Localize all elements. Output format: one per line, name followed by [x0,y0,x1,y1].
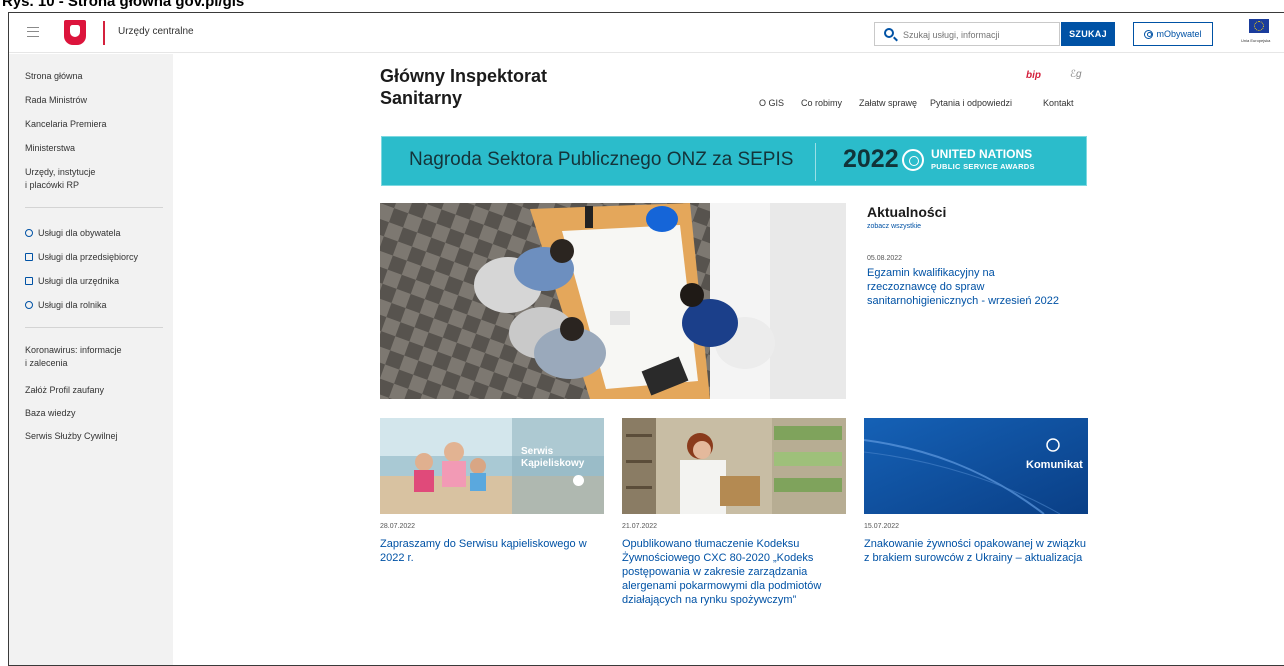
eu-flag-icon [1249,19,1269,33]
eu-caption: Unia Europejska [1241,38,1271,43]
un-award-banner[interactable]: Nagroda Sektora Publicznego ONZ za SEPIS… [381,136,1087,186]
search-box[interactable] [874,22,1060,46]
tile-overlay-title: Serwis Kąpieliskowy [521,446,585,469]
search-icon [884,28,894,38]
see-all-link[interactable]: zobacz wszystkie [867,223,921,230]
briefcase-icon [25,253,33,261]
office-meeting-illustration [380,203,846,399]
mobywatel-label: mObywatel [1156,29,1202,39]
banner-un: UNITED NATIONS [931,147,1033,161]
brand-divider [103,21,105,45]
sidebar-item-knowledge-base[interactable]: Baza wiedzy [25,407,76,420]
poland-emblem-icon[interactable] [64,20,86,45]
tile-date: 28.07.2022 [380,523,416,530]
hero-image[interactable] [380,203,846,399]
featured-news-date: 05.08.2022 [867,255,903,262]
tile-date: 15.07.2022 [864,523,900,530]
nav-what-we-do[interactable]: Co robimy [801,98,842,108]
nav-faq[interactable]: Pytania i odpowiedzi [930,98,1012,108]
nav-get-things-done[interactable]: Załatw sprawę [859,98,917,108]
brand-label[interactable]: Urzędy centralne [118,26,194,37]
user-icon [1144,29,1154,39]
mobywatel-button[interactable]: mObywatel [1133,22,1213,46]
document-caption: Rys. 10 - Strona główna gov.pl/gis [2,0,245,10]
bip-logo-icon[interactable]: bip [1026,70,1041,81]
sidebar-item-official-services[interactable]: Usługi dla urzędnika [25,275,119,288]
sidebar: Strona główna Rada Ministrów Kancelaria … [9,54,173,665]
sidebar-item-ministries[interactable]: Ministerstwa [25,142,75,155]
sidebar-item-business-services[interactable]: Usługi dla przedsiębiorcy [25,251,138,264]
banner-year: 2022 [843,145,899,173]
arrow-right-icon [573,475,584,486]
featured-news-title[interactable]: Egzamin kwalifikacyjny na rzeczoznawcę d… [867,266,1067,308]
news-heading: Aktualności [867,204,947,220]
news-tile-announcement[interactable]: Komunikat [864,418,1088,514]
sidebar-item-coronavirus[interactable]: Koronawirus: informacje i zalecenia [25,344,122,370]
sidebar-item-civil-service[interactable]: Serwis Służby Cywilnej [25,430,118,443]
banner-text: Nagroda Sektora Publicznego ONZ za SEPIS [409,149,794,170]
un-emblem-icon [902,149,924,171]
search-button[interactable]: SZUKAJ [1061,22,1115,46]
eg-logo-icon[interactable]: ℰg [1070,69,1082,80]
banner-divider [815,143,816,181]
tile-overlay-title: Komunikat [1026,459,1083,471]
tile-title[interactable]: Zapraszamy do Serwisu kąpieliskowego w 2… [380,537,604,565]
tile-title[interactable]: Opublikowano tłumaczenie Kodeksu Żywnośc… [622,537,848,607]
sidebar-item-farmer-services[interactable]: Usługi dla rolnika [25,299,107,312]
nav-contact[interactable]: Kontakt [1043,98,1074,108]
tile-date: 21.07.2022 [622,523,658,530]
banner-psa: PUBLIC SERVICE AWARDS [931,162,1035,171]
sidebar-item-trusted-profile[interactable]: Załóż Profil zaufany [25,384,104,397]
nav-about[interactable]: O GIS [759,98,784,108]
browser-screenshot: Urzędy centralne SZUKAJ mObywatel Unia E… [8,12,1284,666]
sidebar-item-home[interactable]: Strona główna [25,70,83,83]
top-bar: Urzędy centralne SZUKAJ mObywatel Unia E… [9,13,1284,53]
search-input[interactable] [903,27,1053,42]
person-icon [25,301,33,309]
menu-icon[interactable] [27,27,39,37]
tile-title[interactable]: Znakowanie żywności opakowanej w związku… [864,537,1088,565]
sidebar-divider [25,207,163,208]
person-icon [25,229,33,237]
grocery-shop-image [622,418,846,514]
news-tile-beach[interactable]: Serwis Kąpieliskowy [380,418,604,514]
sidebar-item-chancellery[interactable]: Kancelaria Premiera [25,118,107,131]
sidebar-divider [25,327,163,328]
site-title[interactable]: Główny Inspektorat Sanitarny [380,65,547,109]
sidebar-item-offices[interactable]: Urzędy, instytucje i placówki RP [25,166,95,192]
sidebar-item-council[interactable]: Rada Ministrów [25,94,87,107]
news-tile-food-shop[interactable] [622,418,846,514]
sidebar-item-citizen-services[interactable]: Usługi dla obywatela [25,227,121,240]
laptop-icon [25,277,33,285]
